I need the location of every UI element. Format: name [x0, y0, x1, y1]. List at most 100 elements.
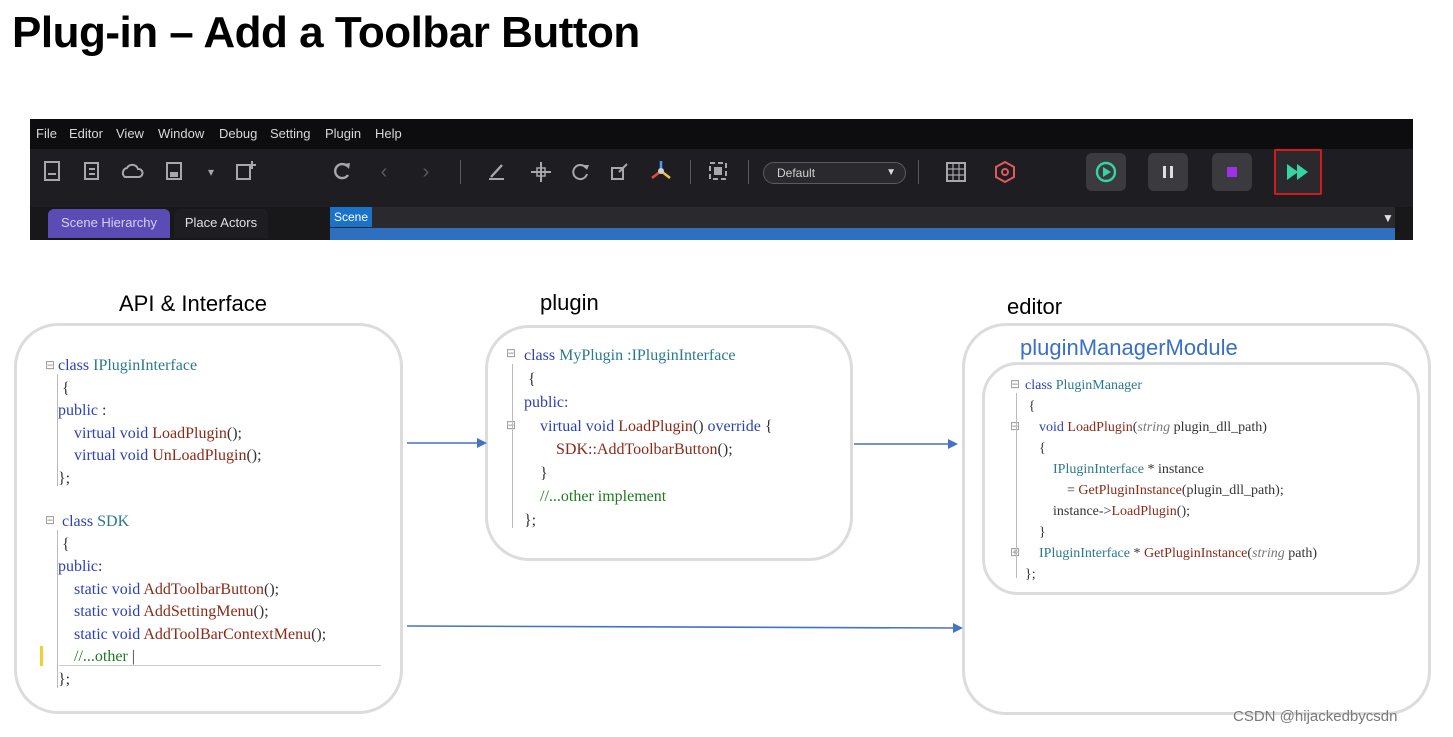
code-token: } — [540, 464, 548, 482]
code-token: { — [528, 370, 536, 388]
tab-scene[interactable]: Scene — [330, 207, 372, 227]
arrow-plugin-to-editor — [854, 439, 958, 449]
forward-icon[interactable]: › — [416, 160, 436, 184]
tab-scene-hierarchy[interactable]: Scene Hierarchy — [48, 209, 170, 238]
code-token: string — [1137, 420, 1171, 435]
code-token: plugin_dll_path) — [1170, 420, 1267, 435]
stop-icon — [1227, 167, 1237, 177]
code-token: } — [1039, 525, 1046, 540]
layout-select[interactable]: Default ▼ — [763, 162, 906, 184]
scene-panel: Scene — [330, 207, 1395, 240]
code-token: (); — [226, 424, 242, 442]
code-token: //...other — [74, 648, 128, 665]
code-token: class — [58, 357, 90, 374]
code-token: { — [760, 417, 773, 435]
change-marker — [40, 646, 43, 666]
toolbar-separator — [918, 160, 919, 184]
pause-button[interactable] — [1148, 153, 1188, 191]
code-token: MyPlugin :IPluginInterface — [559, 347, 736, 364]
panel-menu-icon[interactable]: ▼ — [1382, 211, 1394, 225]
code-token: LoadPlugin — [618, 417, 693, 435]
menu-editor[interactable]: Editor — [69, 126, 103, 141]
brush-icon[interactable] — [485, 160, 509, 184]
code-token: static void — [74, 580, 144, 598]
code-token: public: — [524, 394, 569, 411]
pause-icon — [1163, 166, 1173, 178]
code-token: (); — [246, 447, 262, 464]
fast-forward-button[interactable] — [1274, 149, 1322, 195]
code-token: = — [1067, 483, 1079, 498]
code-token: : — [98, 558, 103, 575]
code-token: LoadPlugin — [152, 424, 227, 442]
rotate-icon[interactable] — [568, 160, 592, 184]
code-token: PluginManager — [1055, 378, 1143, 393]
plugin-box: ⊟ ⊟ class MyPlugin :IPluginInterface { p… — [485, 325, 853, 561]
code-token: (plugin_dll_path); — [1181, 483, 1284, 498]
back-icon[interactable]: ‹ — [374, 160, 394, 184]
code-token: public — [58, 558, 98, 575]
panel-tab-bar: Scene Hierarchy Place Actors Scene ▼ — [30, 207, 1413, 240]
code-token: static void — [74, 603, 144, 620]
code-token: (); — [263, 580, 280, 598]
menu-plugin[interactable]: Plugin — [325, 126, 361, 141]
code-token: UnLoadPlugin — [152, 447, 247, 464]
scene-viewport — [330, 228, 1395, 240]
code-token: virtual void — [74, 424, 153, 442]
code-token: : — [98, 402, 107, 419]
code-token: { — [1028, 399, 1036, 414]
menu-help[interactable]: Help — [375, 126, 402, 141]
menu-view[interactable]: View — [116, 126, 144, 141]
plugin-manager-module-header: pluginManagerModule — [1020, 335, 1238, 360]
menu-window[interactable]: Window — [158, 126, 204, 141]
layout-select-value: Default — [777, 166, 816, 180]
code-token: AddToolbarButton — [143, 580, 264, 598]
focus-frame-icon[interactable] — [706, 160, 730, 184]
cloud-import-icon[interactable] — [119, 160, 145, 184]
code-token: }; — [1025, 567, 1036, 582]
api-interface-box: ⊟ class IPluginInterface { public : virt… — [14, 323, 403, 714]
code-token: * — [1129, 546, 1144, 561]
menu-file[interactable]: File — [36, 126, 57, 141]
slide-title: Plug-in – Add a Toolbar Button — [12, 8, 640, 57]
refresh-icon[interactable] — [330, 160, 354, 184]
play-icon — [1095, 161, 1117, 183]
play-button[interactable] — [1086, 153, 1126, 191]
fast-forward-icon — [1287, 164, 1308, 180]
code-token: }; — [58, 469, 71, 487]
scale-icon[interactable] — [608, 160, 632, 184]
code-token: virtual void — [540, 417, 619, 435]
code-token: { — [62, 379, 70, 397]
menu-setting[interactable]: Setting — [270, 126, 310, 141]
arrow-sdk-to-editor — [406, 623, 963, 633]
dropdown-arrow-icon[interactable]: ▾ — [201, 160, 221, 184]
code-token: * instance — [1143, 462, 1204, 477]
code-token: GetPluginInstance — [1143, 546, 1248, 561]
move-icon[interactable] — [528, 160, 554, 184]
menu-debug[interactable]: Debug — [219, 126, 257, 141]
cube-icon[interactable] — [992, 160, 1018, 184]
add-asset-icon[interactable] — [233, 160, 259, 184]
toolbar-separator — [690, 160, 691, 184]
code-token: LoadPlugin — [1111, 504, 1177, 519]
save-icon[interactable] — [162, 160, 186, 184]
grid-icon[interactable] — [943, 160, 969, 184]
save-all-icon[interactable] — [41, 160, 65, 184]
editor-box: pluginManagerModule ⊟ ⊟ ⊞ class PluginMa… — [962, 323, 1431, 715]
code-token: (); — [717, 441, 733, 458]
plugin-code: class MyPlugin :IPluginInterface { publi… — [524, 344, 773, 532]
collapse-icon: ⊟ — [45, 513, 56, 527]
code-token: class — [62, 513, 94, 530]
code-token: SDK::AddToolbarButton — [556, 441, 718, 458]
plugin-header: plugin — [540, 290, 599, 315]
stop-button[interactable] — [1212, 153, 1252, 191]
collapse-icon: ⊟ — [1010, 377, 1021, 391]
code-token: (); — [1176, 504, 1190, 519]
list-icon[interactable] — [80, 160, 104, 184]
code-token: virtual void — [74, 447, 153, 464]
code-token: public — [58, 402, 98, 419]
code-token: AddToolBarContextMenu — [143, 625, 312, 643]
collapse-icon: ⊟ — [506, 346, 517, 360]
code-token: class — [1025, 378, 1053, 393]
tab-place-actors[interactable]: Place Actors — [174, 209, 268, 238]
transform-gizmo-icon[interactable] — [648, 159, 674, 183]
